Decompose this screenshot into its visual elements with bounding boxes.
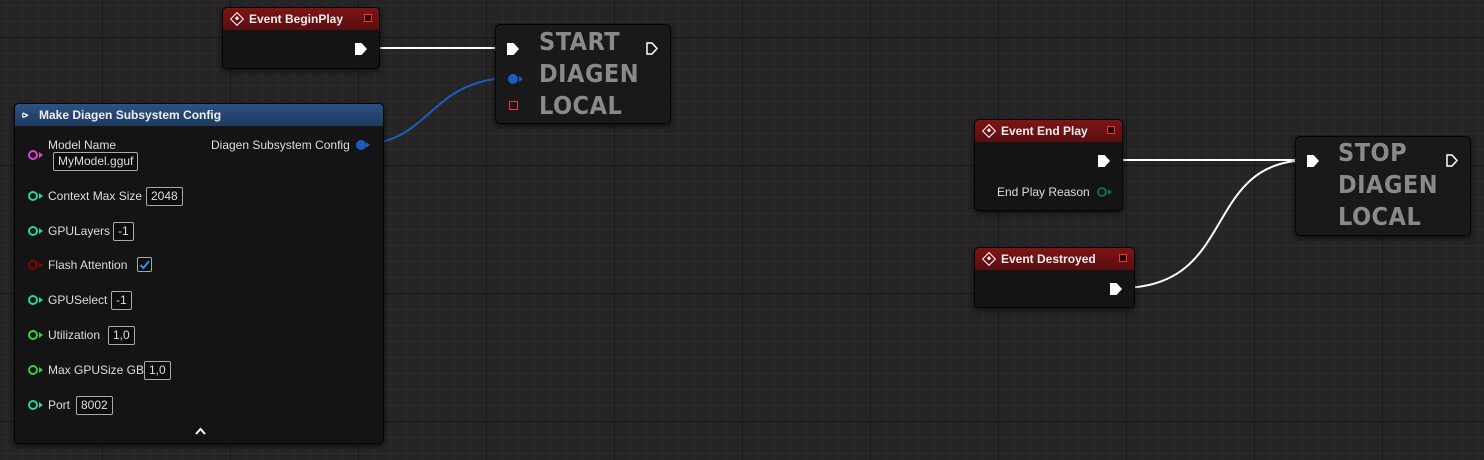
flash-attention-label: Flash Attention: [48, 258, 128, 272]
delegate-input-pin[interactable]: [509, 101, 518, 110]
node-header[interactable]: Event BeginPlay: [223, 8, 379, 30]
title-line-3: LOCAL: [539, 91, 623, 120]
config-input-pin[interactable]: [508, 74, 518, 84]
exec-output-pin[interactable]: [355, 43, 367, 55]
stop-diagen-local-node[interactable]: STOP DIAGEN LOCAL: [1295, 136, 1471, 236]
event-end-play-node[interactable]: Event End Play End Play Reason: [974, 119, 1123, 211]
utilization-field[interactable]: 1,0: [108, 326, 135, 345]
exec-output-pin[interactable]: [1110, 283, 1122, 295]
node-title: Event End Play: [1001, 124, 1088, 138]
title-line-3: LOCAL: [1338, 202, 1422, 231]
gpu-layers-label: GPULayers: [48, 224, 111, 238]
title-line-2: DIAGEN: [539, 59, 640, 88]
max-gpu-size-pin-arrow: [39, 367, 43, 373]
model-name-label: Model Name: [48, 138, 117, 152]
event-icon: [229, 11, 245, 27]
context-max-size-pin[interactable]: [28, 191, 38, 201]
utilization-pin[interactable]: [28, 330, 38, 340]
node-header[interactable]: Event End Play: [975, 120, 1122, 142]
struct-wire-config-to-start: [361, 77, 513, 145]
port-pin[interactable]: [28, 400, 38, 410]
gpu-select-field[interactable]: -1: [111, 291, 132, 310]
node-title: STOP DIAGEN LOCAL: [1338, 137, 1438, 233]
title-line-2: DIAGEN: [1338, 170, 1439, 199]
delegate-pin[interactable]: [1107, 126, 1115, 134]
config-output-pin-arrow: [366, 142, 370, 148]
port-label: Port: [48, 398, 71, 412]
end-play-reason-label: End Play Reason: [997, 185, 1090, 199]
node-title: Event Destroyed: [1001, 252, 1096, 266]
event-icon: [981, 123, 997, 139]
checkmark-icon: [139, 260, 150, 270]
make-struct-icon: ⪧: [22, 109, 29, 121]
node-header[interactable]: Event Destroyed: [975, 248, 1134, 270]
exec-input-pin[interactable]: [507, 43, 519, 55]
gpu-layers-pin-arrow: [39, 228, 43, 234]
event-icon: [981, 251, 997, 267]
utilization-label: Utilization: [48, 328, 101, 342]
node-title: START DIAGEN LOCAL: [539, 26, 639, 122]
event-destroyed-node[interactable]: Event Destroyed: [974, 247, 1135, 308]
end-play-reason-pin-arrow: [1108, 189, 1112, 195]
flash-attention-pin[interactable]: [28, 260, 38, 270]
delegate-pin[interactable]: [1119, 254, 1127, 262]
node-title: Event BeginPlay: [249, 12, 344, 26]
exec-output-pin[interactable]: [1446, 154, 1458, 167]
config-input-pin-arrow: [519, 76, 523, 82]
max-gpu-size-label: Max GPUSize GB: [48, 363, 145, 377]
exec-wire-destroyed-to-stop: [1119, 159, 1311, 289]
max-gpu-size-pin[interactable]: [28, 365, 38, 375]
node-title: Make Diagen Subsystem Config: [39, 108, 222, 122]
utilization-pin-arrow: [39, 332, 43, 338]
model-name-field[interactable]: MyModel.gguf: [53, 152, 139, 171]
flash-attention-checkbox[interactable]: [137, 257, 152, 272]
title-line-1: STOP: [1338, 138, 1408, 167]
config-output-pin[interactable]: [356, 140, 366, 150]
gpu-select-pin[interactable]: [28, 295, 38, 305]
chevron-up-icon[interactable]: [195, 427, 206, 435]
exec-output-pin[interactable]: [1098, 155, 1110, 167]
gpu-select-label: GPUSelect: [48, 293, 108, 307]
model-name-pin[interactable]: [28, 150, 38, 160]
make-config-node[interactable]: ⪧ Make Diagen Subsystem Config Diagen Su…: [14, 103, 384, 444]
max-gpu-size-field[interactable]: 1,0: [144, 361, 171, 380]
context-max-size-label: Context Max Size: [48, 189, 143, 203]
start-diagen-local-node[interactable]: START DIAGEN LOCAL: [495, 24, 671, 124]
context-max-size-field[interactable]: 2048: [146, 187, 183, 206]
output-label: Diagen Subsystem Config: [211, 138, 350, 152]
exec-input-pin[interactable]: [1307, 155, 1319, 167]
gpu-select-pin-arrow: [39, 297, 43, 303]
port-pin-arrow: [39, 402, 43, 408]
delegate-pin[interactable]: [364, 14, 372, 22]
title-line-1: START: [539, 27, 621, 56]
gpu-layers-field[interactable]: -1: [113, 222, 134, 241]
exec-output-pin[interactable]: [646, 42, 658, 55]
end-play-reason-pin[interactable]: [1097, 187, 1107, 197]
event-beginplay-node[interactable]: Event BeginPlay: [222, 7, 380, 69]
node-header[interactable]: ⪧ Make Diagen Subsystem Config: [15, 104, 383, 126]
context-max-size-pin-arrow: [39, 193, 43, 199]
model-name-pin-arrow: [39, 152, 43, 158]
gpu-layers-pin[interactable]: [28, 226, 38, 236]
flash-attention-pin-arrow: [39, 262, 43, 268]
port-field[interactable]: 8002: [76, 396, 113, 415]
